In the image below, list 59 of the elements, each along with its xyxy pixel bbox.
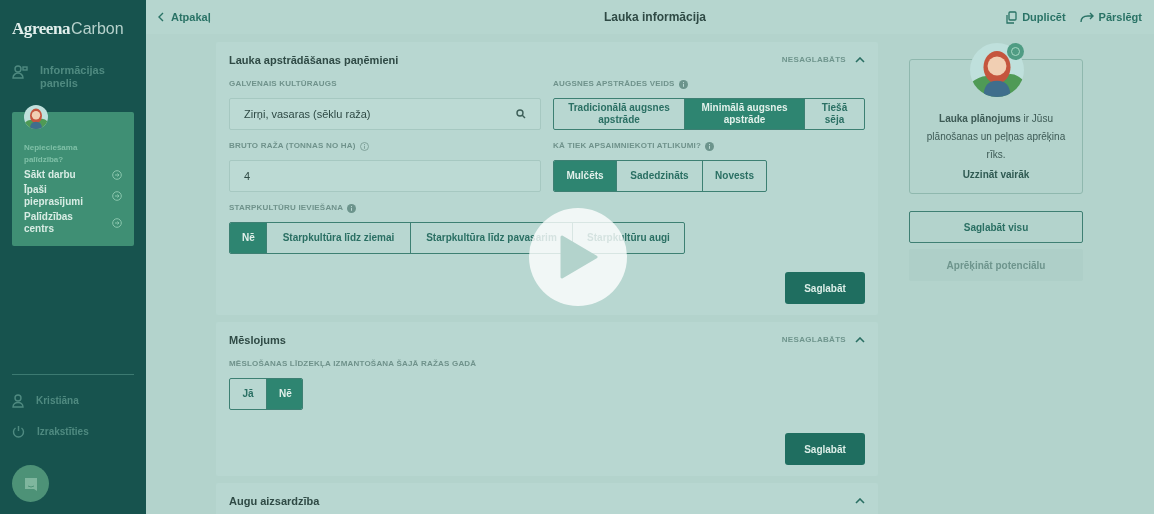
logo-brand: Agreena	[12, 18, 71, 40]
field-label: AUGSNES APSTRĀDES VEIDS	[553, 78, 675, 90]
field-label: MĒSLOŠANAS LĪDZEKĻA IZMANTOŠANA ŠAJĀ RAŽAS GADĀ	[229, 358, 477, 370]
search-icon	[516, 109, 526, 119]
help-link[interactable]: Palīdzības centrs	[24, 210, 122, 235]
help-link[interactable]: Īpaši pieprasījumi	[24, 183, 122, 208]
page-title: Lauka informācija	[604, 9, 707, 26]
learn-more-link[interactable]: Uzzināt vairāk	[962, 167, 1030, 182]
status-label: NESAGLABĀTS	[781, 54, 846, 66]
segment-option[interactable]: Nē	[266, 379, 302, 409]
chevron-icon[interactable]	[855, 498, 865, 504]
status-label: NESAGLABĀTS	[781, 334, 846, 346]
chat-icon	[22, 475, 39, 492]
segment-option[interactable]: Sadedzināts	[616, 161, 702, 191]
avatar-icon	[24, 104, 48, 129]
input-field[interactable]: 4	[229, 160, 541, 192]
segment-option[interactable]: Tradicionālā augsnes apstrāde	[554, 99, 684, 129]
section-title: Mēslojums	[229, 332, 286, 348]
field-label: STARPKULTŪRU IEVIEŠANA	[229, 202, 344, 214]
segment-option[interactable]: Starpkultūra līdz ziemai	[266, 223, 410, 253]
search-field[interactable]: Zirņi, vasaras (sēklu raža)	[229, 98, 541, 130]
arrow-circle-icon	[112, 190, 122, 201]
action-button[interactable]: Saglabāt visu	[909, 211, 1083, 243]
sidebar-link[interactable]: Kristiāna	[12, 393, 134, 408]
chat-button[interactable]	[12, 465, 49, 502]
help-title: Nepieciešama palīdzība?	[24, 141, 79, 166]
field-label: KĀ TIEK APSAIMNIEKOTI ATLIKUMI?	[553, 140, 702, 152]
power-icon	[12, 425, 25, 438]
copy-icon	[1005, 10, 1018, 24]
save-button[interactable]: Saglabāt	[785, 272, 865, 304]
forward-arrow-icon	[1079, 11, 1094, 23]
chevron-icon[interactable]	[855, 337, 865, 343]
chevron-icon[interactable]	[855, 57, 865, 63]
help-link[interactable]: Sākt darbu	[24, 168, 122, 181]
avatar-icon	[970, 43, 1024, 97]
user-icon	[12, 393, 24, 408]
segment-option[interactable]: Minimālā augsnes apstrāde	[684, 99, 804, 129]
segment-option[interactable]: Tiešā sēja	[804, 99, 864, 129]
toolbar-link[interactable]: Duplicēt	[1005, 8, 1066, 26]
segment-option[interactable]: Nē	[230, 223, 266, 253]
info-text: Lauka plānojums ir Jūsu plānošanas un peļņas aprēķina rīks.	[925, 112, 1067, 162]
field-label: BRUTO RAŽA (TONNAS NO HA)	[229, 140, 356, 152]
back-link[interactable]: Atpakaļ	[158, 8, 211, 26]
field-label: GALVENAIS KULTŪRAUGS	[229, 78, 337, 90]
save-button[interactable]: Saglabāt	[785, 433, 865, 465]
segment-option[interactable]: Jā	[230, 379, 266, 409]
arrow-circle-icon	[112, 217, 122, 228]
sidebar-link[interactable]: Izrakstīties	[12, 424, 134, 439]
action-button: Aprēķināt potenciālu	[909, 249, 1083, 281]
logo-product: Carbon	[71, 19, 124, 39]
section-title: Lauka apstrādāšanas paņēmieni	[229, 52, 399, 68]
help-badge-icon	[1007, 43, 1024, 60]
arrow-circle-icon	[112, 169, 122, 180]
person-icon	[12, 64, 28, 79]
segment-option[interactable]: Novests	[702, 161, 766, 191]
toolbar-link[interactable]: Pārslēgt	[1079, 8, 1142, 26]
back-icon	[158, 12, 164, 22]
segment-option[interactable]: Mulčēts	[554, 161, 616, 191]
section-title: Augu aizsardzība	[229, 493, 320, 509]
